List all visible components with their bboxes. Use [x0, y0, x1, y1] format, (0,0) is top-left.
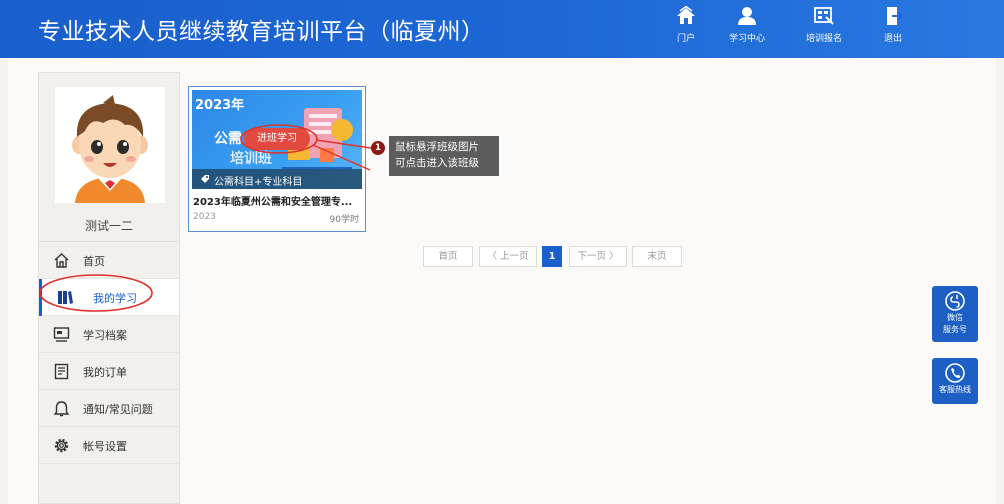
sidebar-item-label: 我的学习	[93, 292, 137, 305]
nav-learning-center[interactable]: 学习中心	[723, 6, 771, 52]
course-tag: 公需科目+专业科目	[214, 177, 303, 188]
pagination-first[interactable]: 首页	[423, 246, 473, 267]
site-title: 专业技术人员继续教育培训平台（临夏州）	[38, 19, 485, 45]
sidebar: 测试一二 首页 我的学习 学习档案 我的订单 通知/常见问题 帐号设置	[38, 72, 180, 504]
hotline-button[interactable]: 客服热线	[932, 358, 978, 404]
cover-year: 2023年	[195, 98, 245, 113]
nav-learning-center-label: 学习中心	[728, 34, 765, 44]
sidebar-item-account-settings[interactable]: 帐号设置	[39, 427, 179, 464]
book-icon	[58, 291, 73, 304]
annotation-line: 可点击进入该班级	[395, 157, 479, 169]
register-icon	[814, 7, 834, 25]
sidebar-item-archive[interactable]: 学习档案	[39, 316, 179, 353]
course-card[interactable]: 2023年 公需 培训班 进班学习 公需科目+专业科目 2023年临夏州公需和安…	[188, 86, 366, 232]
course-year: 2023	[193, 212, 216, 222]
nav-portal-label: 门户	[676, 34, 695, 44]
avatar-boy-image	[55, 87, 165, 203]
logout-icon	[887, 7, 903, 25]
sidebar-item-label: 首页	[83, 255, 105, 268]
archive-icon	[53, 327, 70, 342]
sidebar-item-label: 通知/常见问题	[83, 403, 153, 416]
wechat-label-line1: 微信	[947, 313, 963, 322]
course-title[interactable]: 2023年临夏州公需和安全管理专...	[193, 193, 363, 208]
sidebar-item-my-learning[interactable]: 我的学习	[39, 279, 179, 316]
annotation-number: 1	[371, 141, 385, 155]
pagination-last[interactable]: 末页	[632, 246, 682, 267]
nav-portal[interactable]: 门户	[662, 6, 710, 52]
hotline-label: 客服热线	[939, 385, 971, 394]
annotation-line: 鼠标悬浮班级图片	[395, 141, 479, 153]
pagination-page-current[interactable]: 1	[542, 246, 562, 267]
sidebar-item-notices[interactable]: 通知/常见问题	[39, 390, 179, 427]
wechat-icon	[945, 291, 965, 311]
course-cover-image[interactable]: 2023年 公需 培训班 进班学习 公需科目+专业科目	[192, 90, 362, 189]
pagination-next[interactable]: 下一页 〉	[569, 246, 627, 267]
cover-text: 公需	[214, 131, 242, 147]
sidebar-item-home[interactable]: 首页	[39, 242, 179, 279]
order-icon	[54, 363, 69, 380]
phone-icon	[945, 363, 965, 383]
nav-registration[interactable]: 培训报名	[800, 6, 848, 52]
sidebar-item-label: 我的订单	[83, 366, 127, 379]
course-hours: 90学时	[329, 215, 359, 225]
wechat-service-button[interactable]: 微信 服务号	[932, 286, 978, 342]
pagination-prev[interactable]: 〈 上一页	[479, 246, 537, 267]
tag-icon	[201, 175, 209, 183]
sidebar-item-label: 学习档案	[83, 329, 127, 342]
top-header: 专业技术人员继续教育培训平台（临夏州） 门户 学习中心 培训报名 退出	[0, 0, 1004, 58]
home-icon	[54, 253, 69, 268]
bell-icon	[53, 401, 70, 417]
cover-text: 培训班	[230, 151, 272, 167]
user-name: 测试一二	[84, 219, 133, 233]
sidebar-item-orders[interactable]: 我的订单	[39, 353, 179, 390]
sidebar-item-label: 帐号设置	[83, 440, 127, 453]
nav-logout[interactable]: 退出	[869, 6, 917, 52]
annotation-tooltip: 鼠标悬浮班级图片 可点击进入该班级	[389, 136, 499, 176]
enter-class-button[interactable]: 进班学习	[244, 128, 310, 150]
avatar	[55, 87, 165, 203]
gear-icon	[54, 438, 69, 453]
user-icon	[738, 7, 756, 25]
wechat-label-line2: 服务号	[943, 325, 967, 334]
home-icon	[677, 6, 695, 24]
nav-logout-label: 退出	[883, 34, 902, 44]
course-tag-banner: 公需科目+专业科目	[192, 169, 362, 189]
nav-registration-label: 培训报名	[805, 34, 842, 44]
